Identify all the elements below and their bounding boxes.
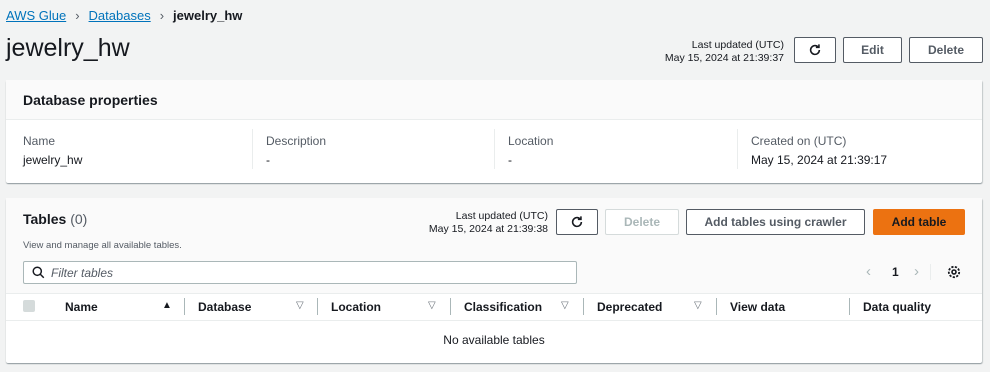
divider — [252, 129, 253, 169]
breadcrumb-current: jewelry_hw — [173, 7, 243, 23]
delete-table-button[interactable]: Delete — [605, 209, 679, 235]
sort-icon[interactable]: ▽ — [428, 300, 436, 311]
column-separator — [317, 298, 318, 315]
tables-refresh-button[interactable] — [556, 209, 598, 235]
sort-ascending-icon[interactable]: ▲ — [162, 300, 172, 311]
last-updated-value: May 15, 2024 at 21:39:38 — [428, 223, 548, 235]
tables-title: Tables — [23, 211, 67, 227]
tables-description: View and manage all available tables. — [23, 240, 182, 251]
refresh-icon — [809, 44, 821, 56]
chevron-right-icon[interactable]: › — [914, 263, 919, 280]
property-name-label: Name — [23, 134, 56, 148]
tables-count: (0) — [70, 211, 88, 227]
column-header-database[interactable]: Database — [198, 294, 251, 319]
filter-tables-input[interactable] — [51, 265, 551, 280]
breadcrumb-separator: › — [159, 7, 165, 23]
column-header-view-data: View data — [730, 299, 786, 314]
divider — [737, 129, 738, 169]
sort-icon[interactable]: ▽ — [694, 300, 702, 311]
column-separator — [184, 298, 185, 315]
tables-heading: Tables (0) — [23, 211, 87, 227]
delete-database-button[interactable]: Delete — [909, 37, 983, 63]
breadcrumb-separator: › — [75, 7, 80, 23]
edit-button[interactable]: Edit — [843, 37, 902, 63]
breadcrumb-databases[interactable]: Databases — [89, 8, 151, 23]
add-tables-crawler-button[interactable]: Add tables using crawler — [686, 209, 865, 235]
tables-last-updated: Last updated (UTC) May 15, 2024 at 21:39… — [348, 210, 548, 236]
column-header-name[interactable]: Name — [65, 294, 98, 319]
divider — [6, 320, 982, 321]
chevron-left-icon[interactable]: ‹ — [866, 263, 871, 280]
last-updated: Last updated (UTC) May 15, 2024 at 21:39… — [584, 39, 784, 65]
column-header-data-quality: Data quality — [863, 299, 932, 314]
property-created-label: Created on (UTC) — [751, 134, 847, 148]
property-description-value: - — [266, 153, 270, 167]
select-all-checkbox[interactable] — [23, 300, 35, 312]
sort-icon[interactable]: ▽ — [296, 300, 304, 311]
last-updated-value: May 15, 2024 at 21:39:37 — [664, 52, 784, 64]
current-page-number[interactable]: 1 — [892, 265, 899, 279]
column-separator — [583, 298, 584, 315]
property-location-value: - — [508, 153, 512, 167]
refresh-button[interactable] — [794, 37, 836, 63]
last-updated-label: Last updated (UTC) — [455, 210, 548, 222]
page-title: jewelry_hw — [6, 34, 130, 62]
column-separator — [716, 298, 717, 315]
settings-button[interactable] — [946, 264, 962, 285]
search-icon — [32, 266, 45, 279]
property-name-value: jewelry_hw — [23, 153, 83, 167]
property-description-label: Description — [266, 134, 327, 148]
last-updated-label: Last updated (UTC) — [691, 39, 784, 51]
breadcrumb: AWS Glue › Databases › jewelry_hw — [6, 6, 242, 24]
divider — [494, 129, 495, 169]
gear-icon — [947, 265, 961, 279]
add-table-button[interactable]: Add table — [873, 209, 965, 235]
column-header-classification[interactable]: Classification — [464, 294, 542, 319]
property-location-label: Location — [508, 134, 554, 148]
column-separator — [450, 298, 451, 315]
empty-state-message: No available tables — [443, 333, 545, 347]
breadcrumb-aws-glue[interactable]: AWS Glue — [6, 8, 66, 23]
panel-title: Database properties — [23, 92, 158, 108]
divider — [930, 264, 931, 280]
property-created-value: May 15, 2024 at 21:39:17 — [751, 153, 888, 167]
column-header-location[interactable]: Location — [331, 294, 381, 319]
refresh-icon — [571, 216, 583, 228]
column-separator — [849, 298, 850, 315]
column-header-deprecated[interactable]: Deprecated — [597, 294, 662, 319]
filter-tables-search[interactable] — [23, 261, 577, 284]
sort-icon[interactable]: ▽ — [561, 300, 569, 311]
